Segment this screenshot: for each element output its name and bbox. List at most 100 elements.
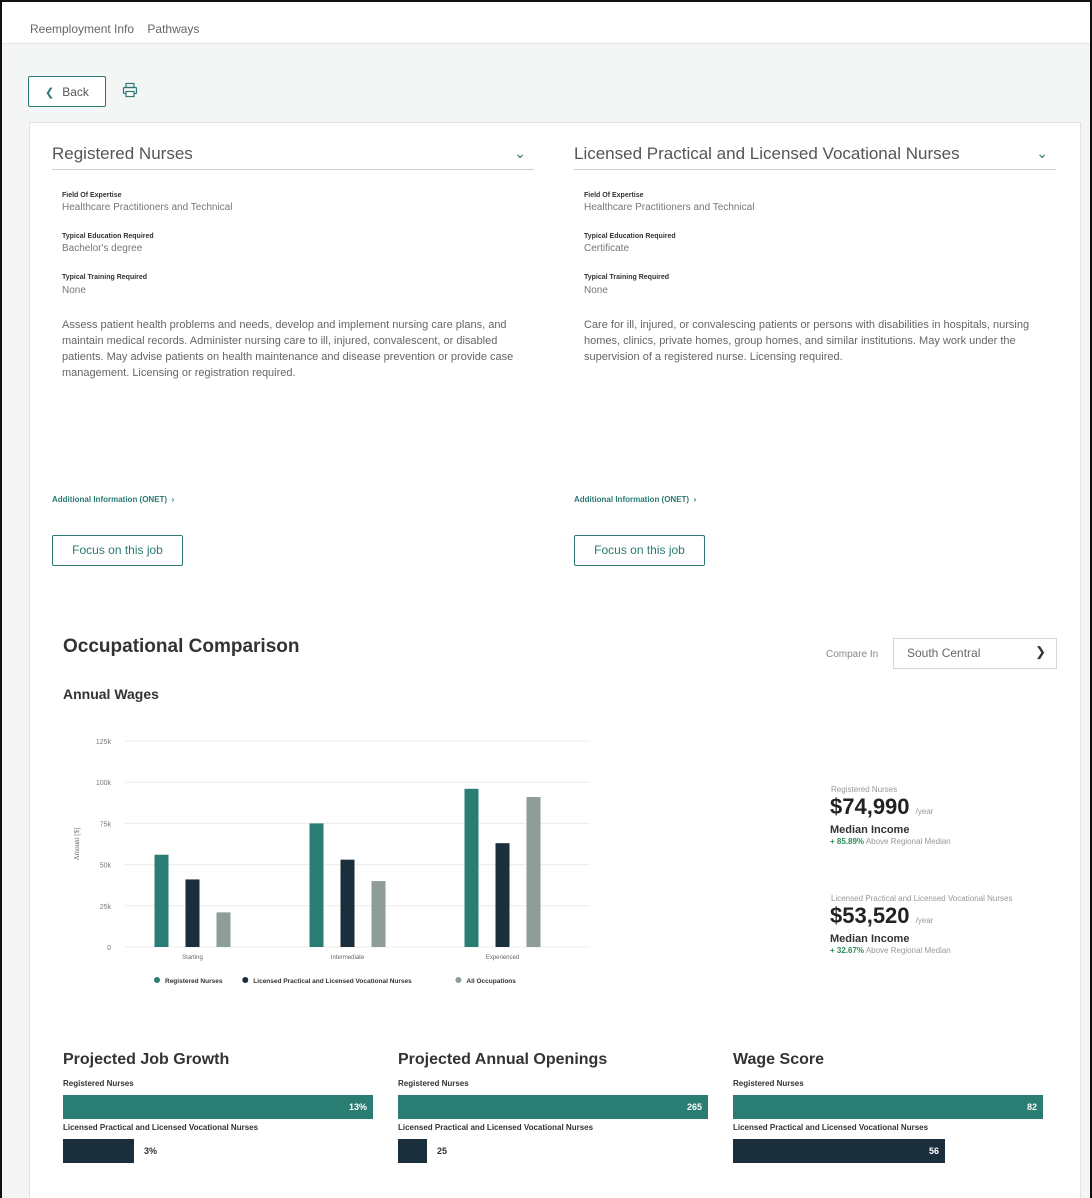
bar [340, 859, 355, 947]
bar [495, 843, 510, 947]
printer-icon[interactable] [122, 82, 138, 98]
onet-link-label: Additional Information (ONET) [52, 495, 168, 504]
x-tick-label: Intermediate [331, 955, 365, 961]
median-income-amount: $53,520 [830, 903, 910, 928]
metric-rn-label: Registered Nurses [398, 1079, 469, 1088]
job-header[interactable]: Registered Nurses ⌄ [52, 143, 534, 170]
median-income-label: Median Income [830, 933, 910, 945]
metric-title: Wage Score [733, 1051, 824, 1068]
job-title: Licensed Practical and Licensed Vocation… [574, 144, 960, 163]
metric-lpn-label: Licensed Practical and Licensed Vocation… [733, 1123, 929, 1132]
bar [526, 797, 541, 947]
bar [464, 788, 479, 947]
job-description: Assess patient health problems and needs… [62, 319, 514, 379]
legend-label: Licensed Practical and Licensed Vocation… [253, 978, 412, 985]
metric-lpn-label: Licensed Practical and Licensed Vocation… [63, 1123, 259, 1132]
metric-lpn-bar: 56 [733, 1139, 945, 1163]
job-header[interactable]: Licensed Practical and Licensed Vocation… [574, 143, 1056, 170]
chevron-left-icon: ❮ [45, 87, 55, 99]
legend-label: Registered Nurses [165, 978, 223, 985]
onet-link[interactable]: Additional Information (ONET) › [574, 495, 696, 504]
regional-median-note: + 85.89% Above Regional Median [830, 837, 951, 846]
education-value: Bachelor's degree [62, 243, 143, 254]
x-tick-label: Experienced [486, 955, 519, 961]
y-tick-label: 0 [107, 945, 111, 952]
annual-wages-chart: 0 25k 50k 75k 100k 125k Amount [$] Starting Inte… [73, 739, 590, 985]
metric-lpn-bar [398, 1139, 427, 1163]
focus-job-button[interactable]: Focus on this job [52, 535, 183, 566]
metric-annual-openings: Projected Annual Openings Registered Nur… [398, 1051, 718, 1163]
y-axis-label: Amount [$] [73, 828, 81, 861]
education-label: Typical Education Required [584, 233, 676, 240]
metric-rn-label: Registered Nurses [63, 1079, 134, 1088]
legend-marker [154, 977, 160, 983]
chevron-down-icon: ❯ [1035, 644, 1046, 659]
legend-marker [455, 977, 462, 983]
focus-job-button[interactable]: Focus on this job [574, 535, 705, 566]
median-income-value: $53,520 /year [830, 903, 933, 929]
y-tick-label: 75k [100, 821, 112, 828]
metric-lpn-value: 3% [144, 1146, 158, 1156]
y-tick-label: 50k [100, 863, 112, 870]
legend-marker [242, 977, 249, 983]
training-label: Typical Training Required [62, 274, 148, 281]
median-income-label: Median Income [830, 824, 910, 836]
median-income-value: $74,990 /year [830, 794, 933, 820]
median-income-unit: /year [915, 807, 934, 816]
regional-median-pct: + 85.89% [830, 837, 865, 846]
comparison-card: Registered Nurses ⌄ Field Of Expertise H… [29, 122, 1081, 1198]
onet-link-label: Additional Information (ONET) [574, 495, 690, 504]
stat-occupation-name: Licensed Practical and Licensed Vocation… [831, 894, 1013, 903]
bar [216, 912, 231, 947]
regional-median-note: + 32.67% Above Regional Median [830, 946, 951, 955]
legend-label: All Occupations [466, 978, 516, 985]
stat-occupation-name: Registered Nurses [831, 785, 898, 794]
metric-wage-score: Wage Score Registered Nurses 82 Licensed… [733, 1051, 1053, 1163]
bar [371, 881, 386, 947]
nav-item-reemployment-info[interactable]: Reemployment Info [30, 22, 134, 36]
education-label: Typical Education Required [62, 233, 154, 240]
regional-median-text: Above Regional Median [865, 946, 951, 955]
metric-lpn-label: Licensed Practical and Licensed Vocation… [398, 1123, 594, 1132]
median-income-unit: /year [915, 916, 934, 925]
chevron-right-icon: › [691, 495, 697, 504]
regional-median-pct: + 32.67% [830, 946, 865, 955]
field-value: Healthcare Practitioners and Technical [62, 202, 233, 213]
chevron-right-icon: › [169, 495, 175, 504]
bar [185, 879, 200, 947]
top-nav: Reemployment Info Pathways [2, 2, 1090, 44]
app-frame: Reemployment Info Pathways ❮ Back Registe… [0, 0, 1092, 1198]
metric-title: Projected Job Growth [63, 1051, 230, 1068]
training-value: None [62, 285, 86, 296]
annual-wages-title: Annual Wages [63, 686, 159, 702]
job-title: Registered Nurses [52, 144, 193, 163]
metric-rn-bar: 265 [398, 1095, 708, 1119]
metric-title: Projected Annual Openings [398, 1051, 608, 1068]
bar [154, 854, 169, 947]
onet-link[interactable]: Additional Information (ONET) › [52, 495, 174, 504]
chevron-down-icon[interactable]: ⌄ [1036, 145, 1048, 162]
section-title: Occupational Comparison [63, 636, 300, 657]
field-label: Field Of Expertise [62, 192, 122, 199]
back-button-label: Back [62, 85, 89, 99]
median-income-amount: $74,990 [830, 794, 910, 819]
regional-median-text: Above Regional Median [865, 837, 951, 846]
back-button[interactable]: ❮ Back [28, 76, 106, 107]
metric-rn-bar: 82 [733, 1095, 1043, 1119]
region-select[interactable]: South Central ❯ [893, 638, 1057, 669]
metric-job-growth: Projected Job Growth Registered Nurses 1… [63, 1051, 383, 1163]
education-value: Certificate [584, 243, 630, 254]
x-tick-label: Starting [182, 955, 203, 961]
metric-lpn-value: 25 [437, 1146, 448, 1156]
field-label: Field Of Expertise [584, 192, 644, 199]
metric-rn-label: Registered Nurses [733, 1079, 804, 1088]
region-select-value: South Central [907, 646, 981, 660]
y-tick-label: 100k [96, 780, 112, 787]
y-tick-label: 125k [96, 739, 112, 746]
y-tick-label: 25k [100, 904, 112, 911]
nav-item-pathways[interactable]: Pathways [147, 22, 199, 36]
job-description: Care for ill, injured, or convalescing p… [584, 319, 1030, 363]
training-label: Typical Training Required [584, 274, 670, 281]
chevron-down-icon[interactable]: ⌄ [514, 145, 526, 162]
metric-lpn-bar [63, 1139, 134, 1163]
